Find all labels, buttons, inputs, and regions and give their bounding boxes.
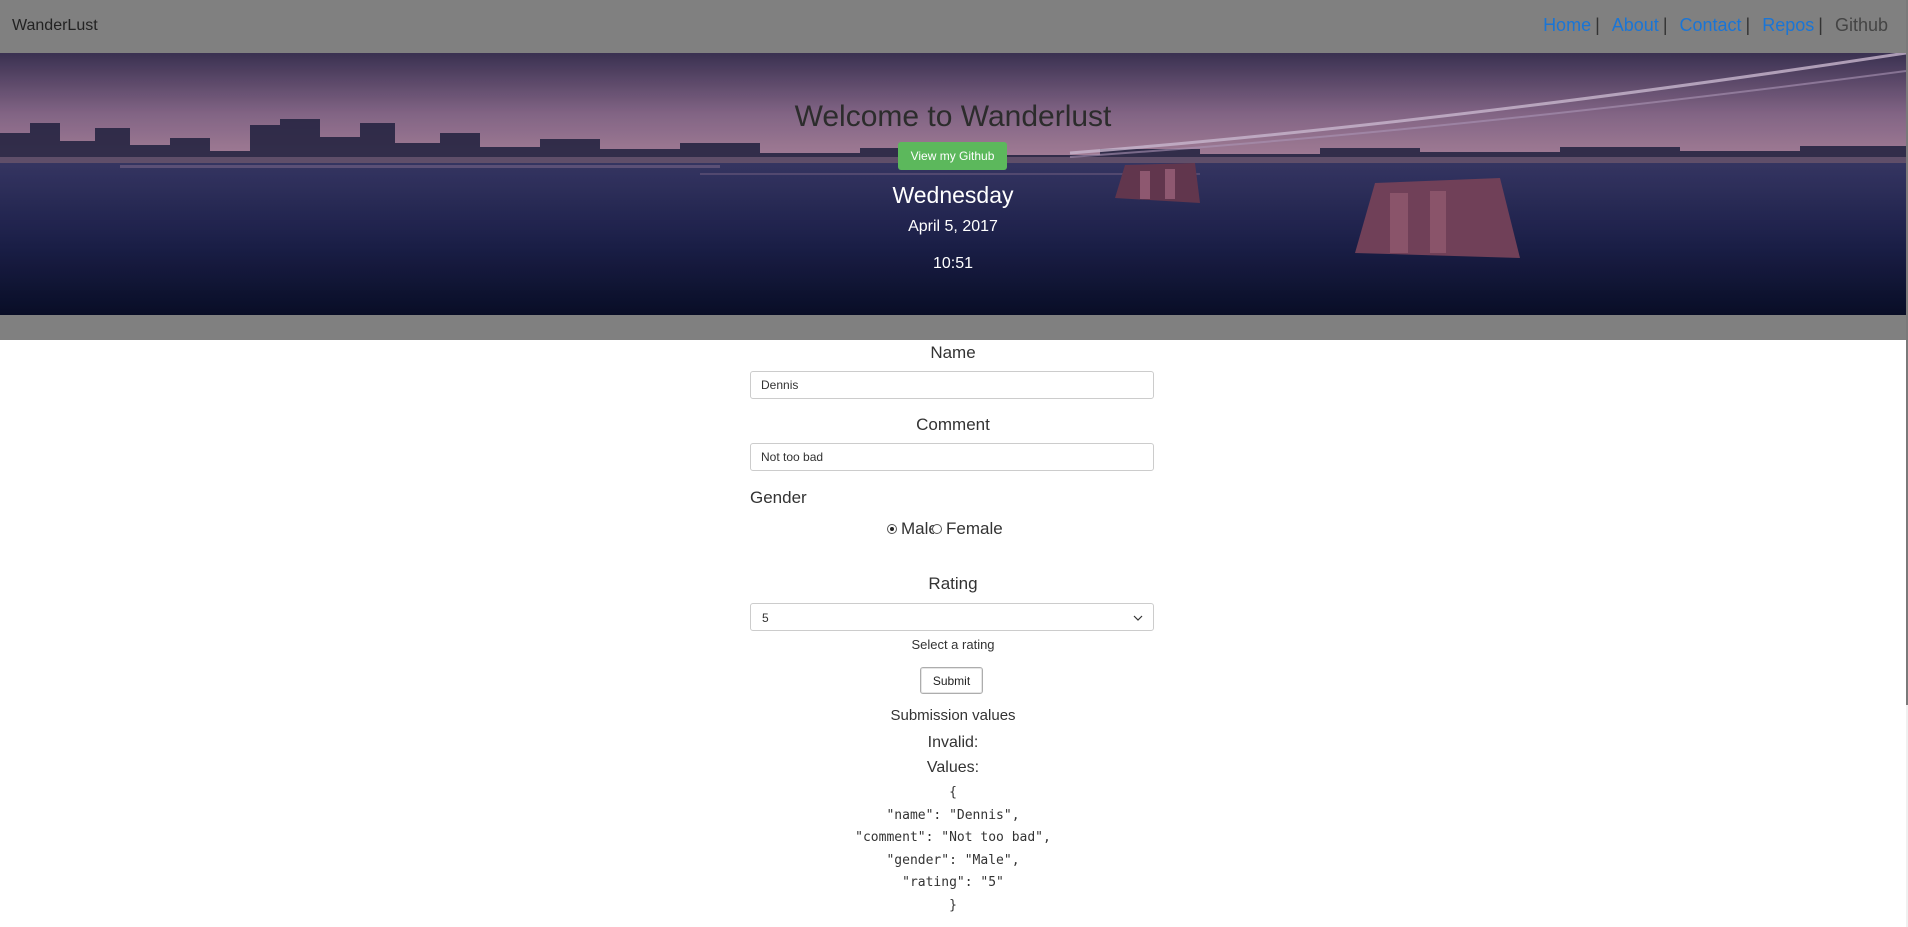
nav-link-github[interactable]: Github bbox=[1835, 15, 1888, 36]
json-line: "name": "Dennis", bbox=[886, 807, 1020, 823]
comment-label: Comment bbox=[916, 415, 990, 434]
hero-time: 10:51 bbox=[932, 255, 974, 272]
chevron-down-icon bbox=[1133, 615, 1143, 621]
radio-female-label[interactable]: Female bbox=[946, 519, 1003, 539]
hero-title: Welcome to Wanderlust bbox=[794, 100, 1112, 133]
view-github-button[interactable]: View my Github bbox=[898, 142, 1007, 170]
rating-select[interactable]: 5 bbox=[750, 603, 1154, 631]
submission-heading: Submission values bbox=[890, 707, 1016, 724]
nav-separator: | bbox=[1662, 15, 1668, 35]
name-label: Name bbox=[930, 343, 976, 362]
radio-male-label[interactable]: Male bbox=[901, 519, 934, 539]
json-line: "comment": "Not too bad", bbox=[855, 830, 1051, 845]
gender-label: Gender bbox=[750, 488, 807, 507]
hero-date: April 5, 2017 bbox=[908, 218, 998, 235]
submission-json: { "name": "Dennis", "comment": "Not too … bbox=[0, 782, 1906, 917]
nav-link-about[interactable]: About bbox=[1612, 15, 1659, 36]
rating-select-value: 5 bbox=[762, 611, 769, 625]
nav-link-repos[interactable]: Repos bbox=[1762, 15, 1814, 36]
nav-link-home[interactable]: Home bbox=[1543, 15, 1591, 36]
invalid-status: Invalid: bbox=[927, 734, 979, 751]
app-root: WanderLust Home | About | Contact | Repo… bbox=[0, 0, 1908, 927]
name-input[interactable] bbox=[750, 371, 1154, 399]
brand-name[interactable]: WanderLust bbox=[12, 17, 98, 35]
hero-banner: Welcome to Wanderlust View my Github Wed… bbox=[0, 53, 1906, 315]
rating-help-text: Select a rating bbox=[911, 637, 995, 652]
submit-button[interactable]: Submit bbox=[920, 667, 983, 694]
radio-male[interactable] bbox=[887, 524, 897, 534]
nav-separator: | bbox=[1745, 15, 1751, 35]
nav-links: Home | About | Contact | Repos | Github bbox=[1543, 15, 1888, 36]
values-label: Values: bbox=[926, 759, 980, 776]
json-line: "rating": "5" bbox=[902, 875, 1004, 890]
nav-separator: | bbox=[1818, 15, 1823, 35]
nav-separator: | bbox=[1595, 15, 1600, 35]
json-line: { bbox=[949, 785, 957, 800]
hero-day: Wednesday bbox=[892, 182, 1014, 208]
comment-input[interactable] bbox=[750, 443, 1154, 471]
json-line: "gender": "Male", bbox=[886, 852, 1020, 868]
gender-radio-group: Male Female bbox=[887, 519, 1003, 539]
top-navbar: WanderLust Home | About | Contact | Repo… bbox=[0, 0, 1908, 53]
nav-link-contact[interactable]: Contact bbox=[1680, 15, 1742, 36]
json-line: } bbox=[949, 897, 957, 913]
rating-label: Rating bbox=[928, 574, 978, 593]
radio-female[interactable] bbox=[932, 524, 942, 534]
